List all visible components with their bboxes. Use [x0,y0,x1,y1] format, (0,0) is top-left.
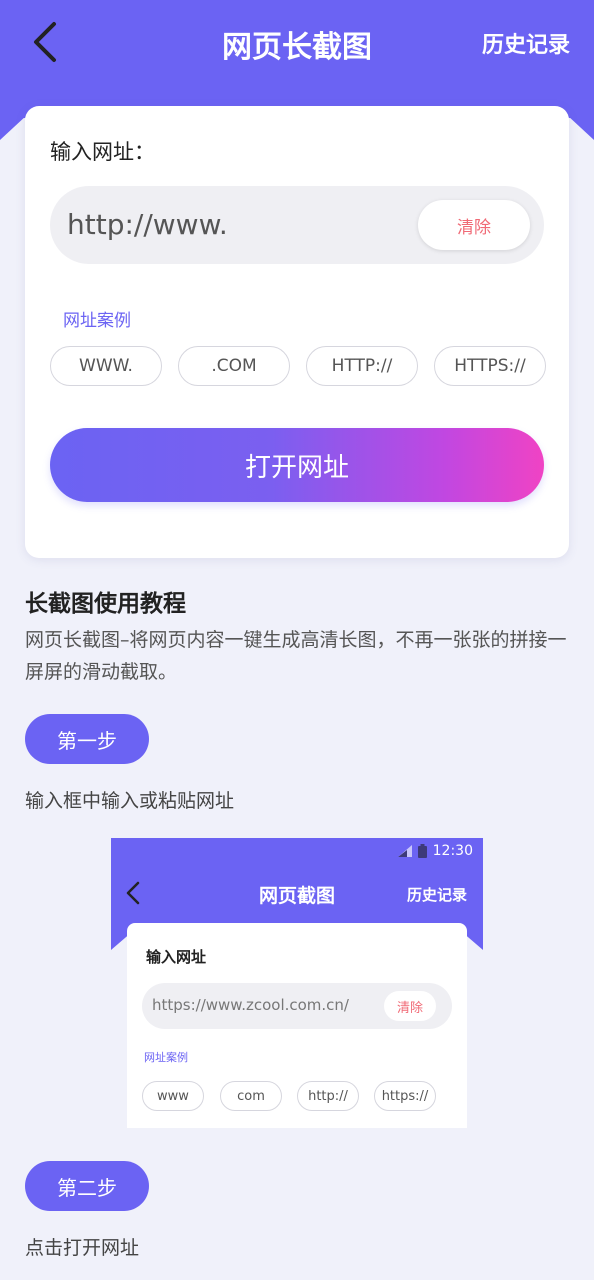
step-two-text: 点击打开网址 [25,1237,140,1259]
back-icon[interactable] [28,20,64,64]
open-url-button[interactable]: 打开网址 [50,428,544,502]
step-one-badge: 第一步 [25,714,149,764]
demo-chip-com: com [220,1081,282,1111]
example-chip-com[interactable]: .COM [178,346,290,386]
step-one-text: 输入框中输入或粘贴网址 [25,790,235,812]
url-input-field[interactable]: http://www. 清除 [50,186,544,264]
demo-chip-http: http:// [297,1081,359,1111]
demo-input-label: 输入网址 [146,948,207,966]
example-chip-www[interactable]: WWW. [50,346,162,386]
demo-url-value: https://www.zcool.com.cn/ [152,996,349,1014]
url-input-card: 输入网址： http://www. 清除 网址案例 WWW. .COM HTTP… [25,106,569,558]
step-two-badge: 第二步 [25,1161,149,1211]
url-input-label: 输入网址： [50,140,155,164]
demo-url-field: https://www.zcool.com.cn/ 清除 [142,983,452,1029]
demo-screenshot: 12:30 网页截图 历史记录 输入网址 https://www.zcool.c… [111,838,483,1128]
example-chip-https[interactable]: HTTPS:// [434,346,546,386]
demo-clear-button: 清除 [384,991,436,1021]
url-examples-label: 网址案例 [63,311,131,331]
demo-history-label: 历史记录 [406,886,467,904]
demo-status-time: 12:30 [432,843,473,859]
header-bar: 网页长截图 历史记录 [0,0,594,88]
clear-button[interactable]: 清除 [418,200,530,250]
example-chip-http[interactable]: HTTP:// [306,346,418,386]
demo-chip-www: www [142,1081,204,1111]
battery-icon [417,844,427,858]
demo-examples-label: 网址案例 [144,1051,188,1064]
demo-card: 输入网址 https://www.zcool.com.cn/ 清除 网址案例 w… [127,923,467,1128]
url-input-value[interactable]: http://www. [67,208,228,241]
tutorial-description: 网页长截图–将网页内容一键生成高清长图，不再一张张的拼接一屏屏的滑动截取。 [25,629,567,683]
demo-status-bar: 12:30 [397,843,473,859]
tutorial-title: 长截图使用教程 [25,591,186,617]
demo-chip-https: https:// [374,1081,436,1111]
signal-icon [397,845,412,857]
history-button[interactable]: 历史记录 [482,27,570,59]
